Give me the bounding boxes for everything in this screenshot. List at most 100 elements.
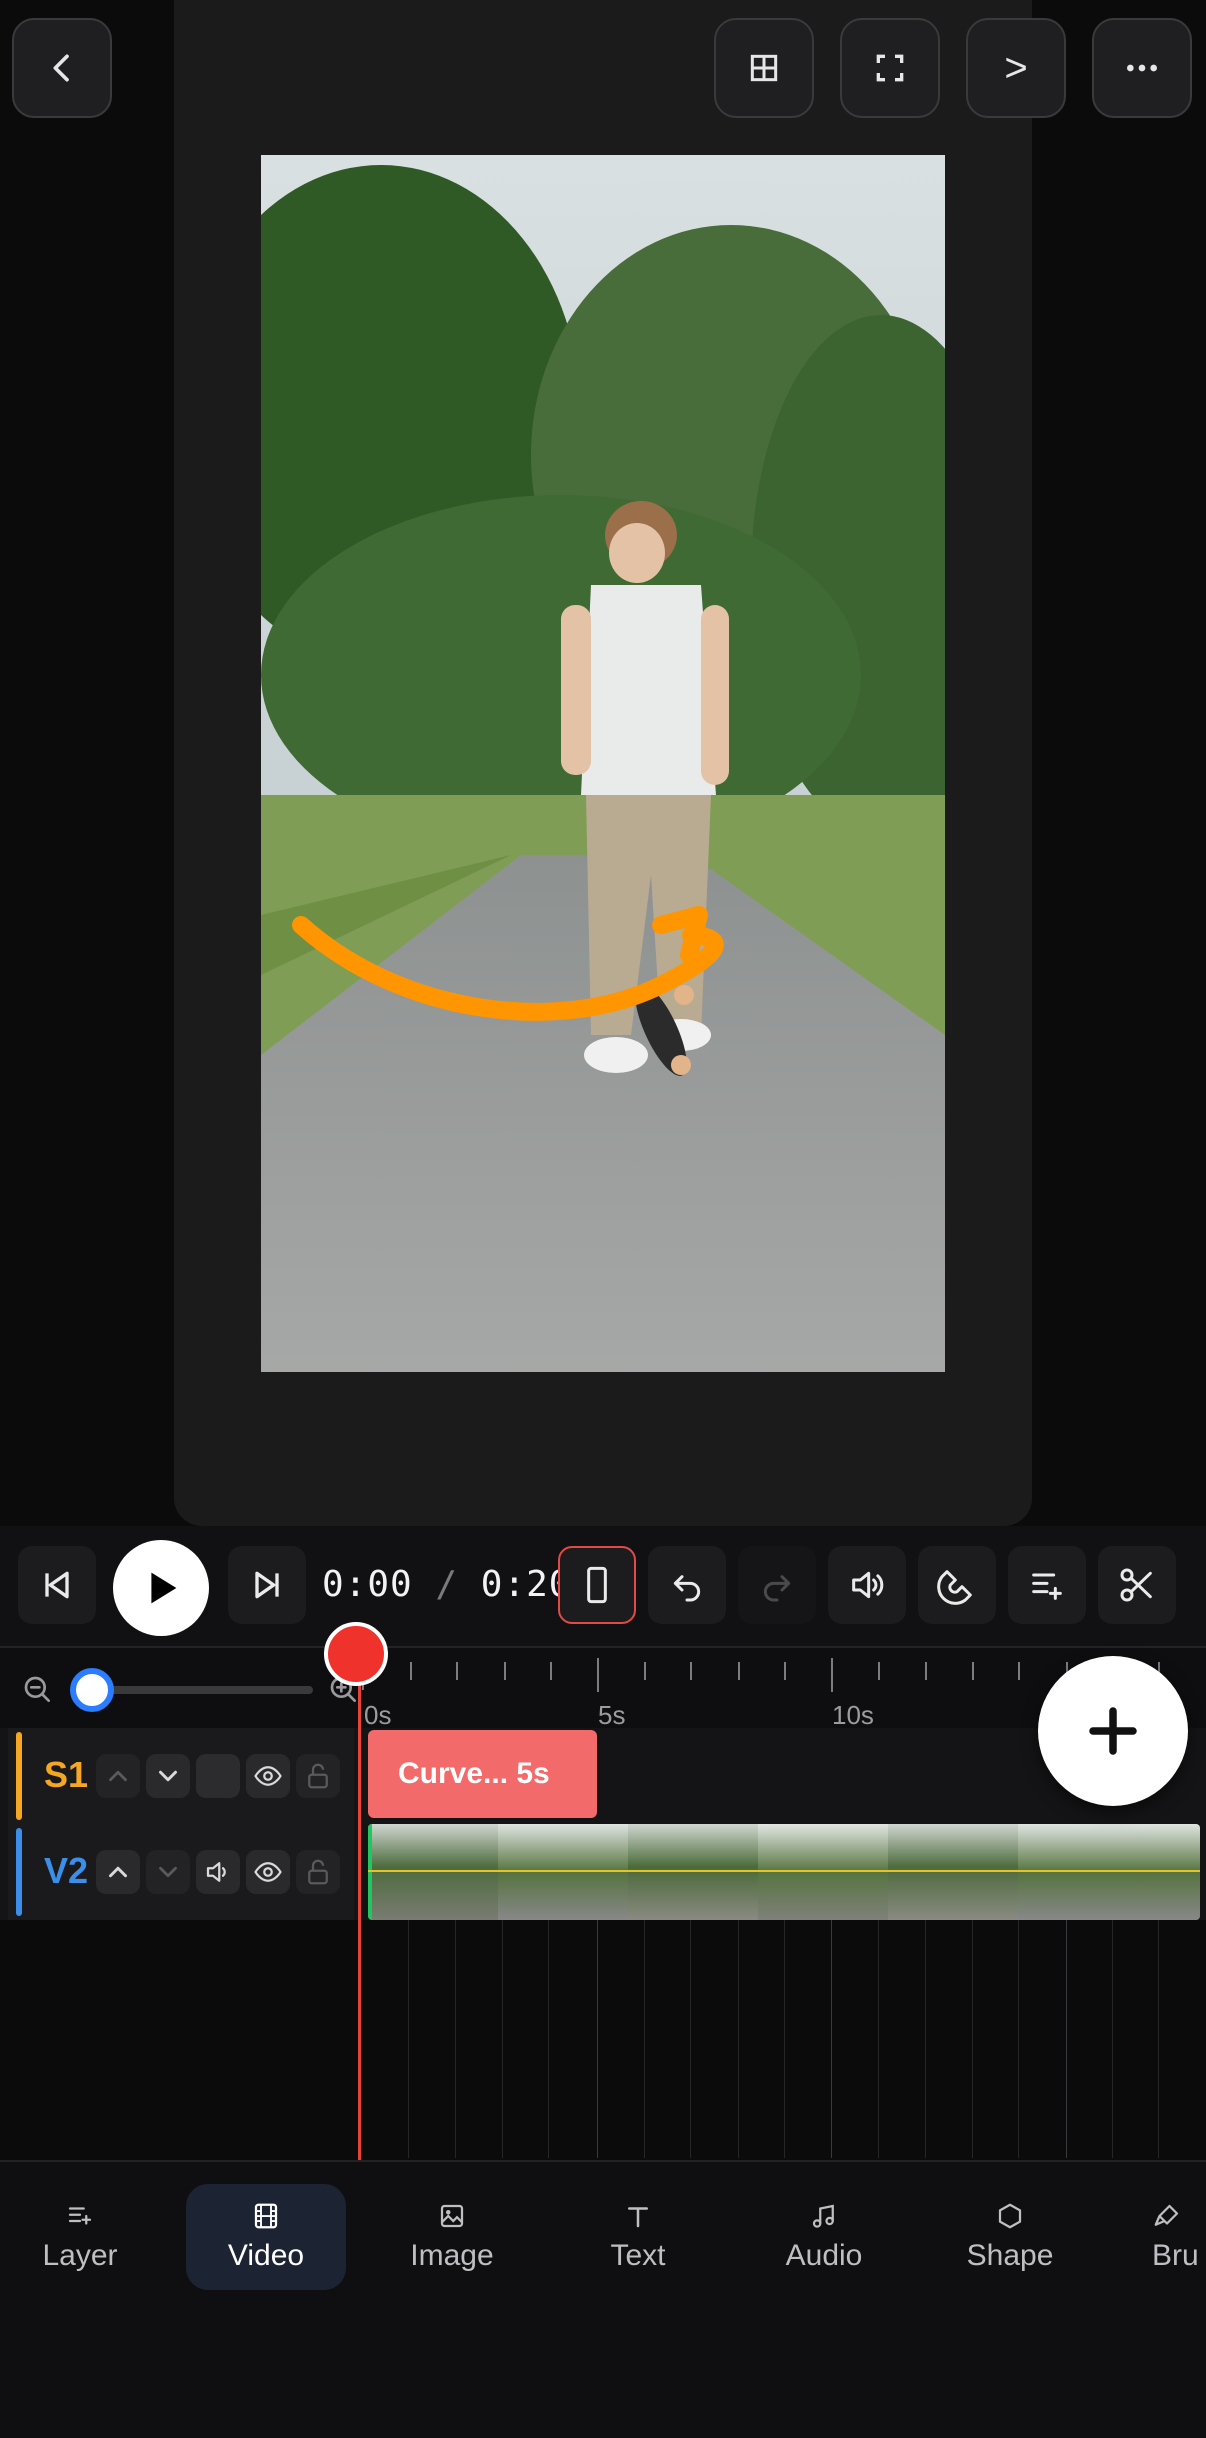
bottom-nav: Layer Video Image Text Audio Shape Bru <box>0 2160 1206 2438</box>
nav-shape[interactable]: Shape <box>930 2184 1090 2290</box>
skip-forward-button[interactable] <box>228 1546 306 1624</box>
split-button[interactable] <box>1098 1546 1176 1624</box>
nav-label: Text <box>610 2239 666 2272</box>
video-preview[interactable] <box>261 155 945 1372</box>
clip-start-handle[interactable] <box>368 1824 372 1920</box>
track-s1-controls: S1 <box>8 1728 354 1824</box>
ruler-label-5s: 5s <box>598 1700 626 1730</box>
nav-label: Image <box>410 2239 494 2272</box>
skip-forward-icon <box>255 1571 279 1599</box>
skip-back-icon <box>45 1571 69 1599</box>
ruler-tick <box>784 1662 786 1680</box>
move-up-button[interactable] <box>96 1754 140 1798</box>
nav-video[interactable]: Video <box>186 2184 346 2290</box>
nav-label: Shape <box>966 2239 1054 2272</box>
video-clip[interactable] <box>368 1824 1200 1920</box>
ruler-tick <box>738 1662 740 1680</box>
eye-icon <box>254 1766 282 1786</box>
zoom-slider-thumb[interactable] <box>70 1668 114 1712</box>
fullscreen-button[interactable] <box>840 18 940 118</box>
redo-button[interactable] <box>738 1546 816 1624</box>
current-time: 0:00 <box>322 1564 413 1605</box>
nav-text[interactable]: Text <box>558 2184 718 2290</box>
grid-button[interactable] <box>714 18 814 118</box>
aspect-ratio-button[interactable] <box>558 1546 636 1624</box>
magnet-button[interactable] <box>918 1546 996 1624</box>
lock-button[interactable] <box>296 1754 340 1798</box>
ruler-tick <box>878 1662 880 1680</box>
unlock-icon <box>308 1859 328 1885</box>
track-v2: V2 <box>0 1824 1206 1920</box>
grid-icon <box>750 54 778 82</box>
visibility-button[interactable] <box>246 1850 290 1894</box>
next-button[interactable]: > <box>966 18 1066 118</box>
move-down-button[interactable] <box>146 1754 190 1798</box>
curve-clip[interactable]: Curve... 5s <box>368 1730 597 1818</box>
scissors-icon <box>1120 1568 1152 1602</box>
blank-toggle[interactable] <box>196 1754 240 1798</box>
time-display: 0:00 / 0:20 <box>322 1564 571 1605</box>
magnet-icon <box>937 1570 972 1605</box>
ruler-tick <box>550 1662 552 1680</box>
next-label: > <box>1004 45 1028 90</box>
ruler-label-10s: 10s <box>832 1700 874 1730</box>
ruler-tick <box>831 1658 833 1692</box>
nav-label: Video <box>227 2239 305 2272</box>
chevron-left-icon <box>53 54 69 82</box>
play-icon <box>151 1572 177 1604</box>
plus-icon <box>1089 1707 1137 1755</box>
chevron-down-icon <box>159 1770 177 1782</box>
ruler-tick <box>972 1662 974 1680</box>
ruler-tick <box>925 1662 927 1680</box>
ruler-tick <box>504 1662 506 1680</box>
volume-line <box>368 1870 1200 1872</box>
chevron-down-icon <box>159 1866 177 1878</box>
track-color-bar <box>16 1732 22 1820</box>
volume-icon <box>852 1571 884 1599</box>
add-track-button[interactable] <box>1008 1546 1086 1624</box>
unlock-icon <box>308 1763 328 1789</box>
preview-frame-image <box>261 155 945 1372</box>
move-up-button[interactable] <box>96 1850 140 1894</box>
expand-icon <box>876 54 904 82</box>
layer-icon <box>68 2207 92 2225</box>
track-s1: S1 Curve... 5s <box>0 1728 1206 1824</box>
visibility-button[interactable] <box>246 1754 290 1798</box>
film-icon <box>254 2203 278 2229</box>
undo-button[interactable] <box>648 1546 726 1624</box>
play-button[interactable] <box>113 1540 209 1636</box>
add-button[interactable] <box>1038 1656 1188 1806</box>
nav-layer[interactable]: Layer <box>0 2184 160 2290</box>
playhead-handle[interactable] <box>324 1622 388 1686</box>
brush-icon <box>1154 2204 1179 2226</box>
volume-icon <box>206 1862 226 1882</box>
nav-brush[interactable]: Bru <box>1116 2184 1206 2290</box>
ruler-label-0s: 0s <box>364 1700 392 1730</box>
more-icon <box>1127 64 1157 72</box>
track-name: V2 <box>44 1850 89 1891</box>
add-track-icon <box>1032 1573 1062 1600</box>
chevron-up-icon <box>109 1770 127 1782</box>
nav-label: Bru <box>1152 2239 1199 2272</box>
ruler-tick <box>1018 1662 1020 1680</box>
track-v2-controls: V2 <box>8 1824 354 1920</box>
move-down-button[interactable] <box>146 1850 190 1894</box>
ruler-tick <box>410 1662 412 1680</box>
aspect-ratio-icon <box>587 1566 607 1604</box>
back-button[interactable] <box>12 18 112 118</box>
volume-button[interactable] <box>828 1546 906 1624</box>
text-icon <box>628 2207 648 2228</box>
image-icon <box>440 2204 464 2228</box>
hexagon-icon <box>998 2203 1022 2229</box>
ruler-tick <box>597 1658 599 1692</box>
zoom-slider-track[interactable] <box>95 1686 313 1694</box>
zoom-out-icon[interactable] <box>22 1674 54 1706</box>
nav-image[interactable]: Image <box>372 2184 532 2290</box>
skip-back-button[interactable] <box>18 1546 96 1624</box>
nav-label: Audio <box>785 2239 863 2272</box>
lock-button[interactable] <box>296 1850 340 1894</box>
nav-audio[interactable]: Audio <box>744 2184 904 2290</box>
mute-button[interactable] <box>196 1850 240 1894</box>
transport-bar: 0:00 / 0:20 <box>0 1526 1206 1648</box>
more-button[interactable] <box>1092 18 1192 118</box>
